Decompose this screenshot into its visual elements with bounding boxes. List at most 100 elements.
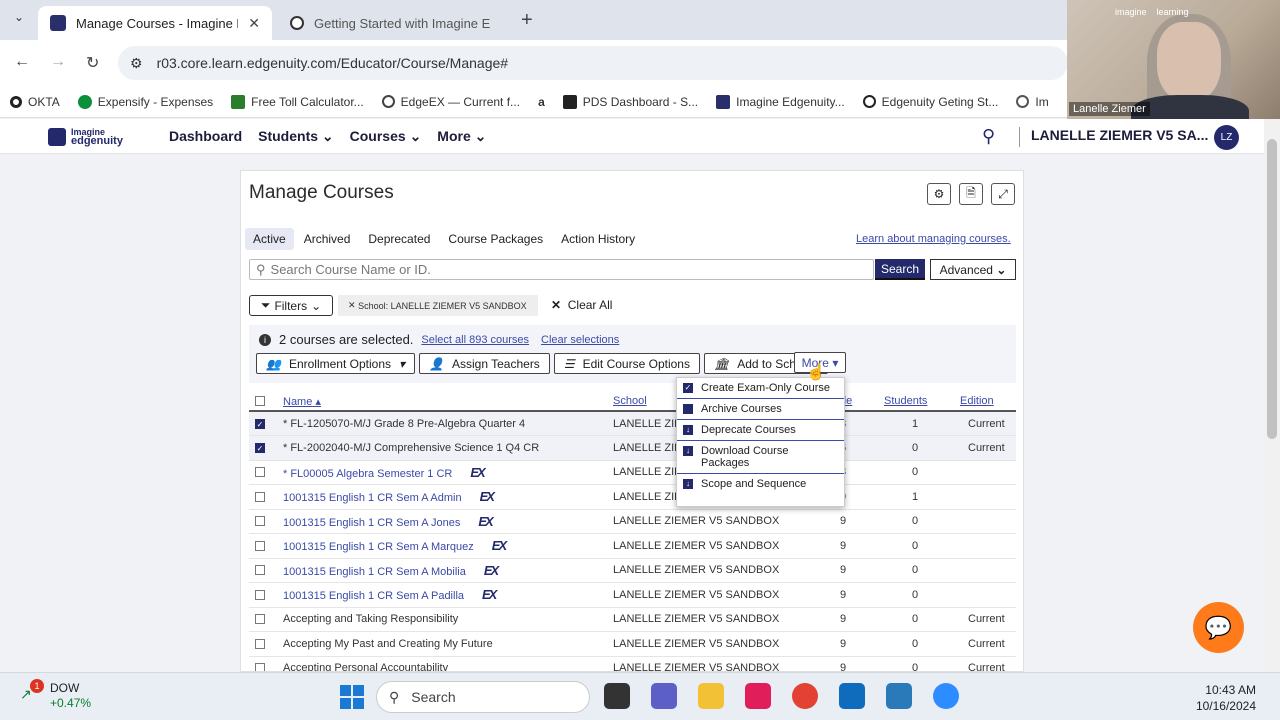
stock-widget[interactable]: ↗ 1 DOW +0.47% <box>20 679 91 711</box>
forward-arrow-icon[interactable]: → <box>50 53 66 71</box>
table-row[interactable]: 1001315 English 1 CR Sem A Padilla EX LANE… <box>249 582 1016 608</box>
bookmark-amazon[interactable]: a <box>538 95 545 109</box>
select-all-checkbox[interactable] <box>255 396 265 407</box>
chrome-icon[interactable] <box>792 683 818 709</box>
table-row[interactable]: 1001315 English 1 CR Sem A Jones EX LANELL… <box>249 509 1016 534</box>
close-tab-icon[interactable]: ✕ <box>248 15 260 32</box>
table-row[interactable]: Accepting Personal Accountability LANELLE… <box>249 656 1016 671</box>
row-checkbox[interactable] <box>255 614 265 625</box>
tab-deprecated[interactable]: Deprecated <box>360 228 438 250</box>
name-column-header[interactable]: Name ▴ <box>283 392 613 412</box>
site-settings-icon[interactable]: ⚙ <box>130 55 143 72</box>
bookmark-im[interactable]: Im <box>1016 95 1049 109</box>
outlook-icon[interactable] <box>839 683 865 709</box>
tab-active[interactable]: Active <box>245 228 294 250</box>
search-button[interactable]: Search <box>875 259 925 280</box>
clear-selections-link[interactable]: Clear selections <box>541 334 619 346</box>
teams-icon[interactable] <box>651 683 677 709</box>
course-search-input[interactable]: ⚲ Search Course Name or ID. <box>249 259 874 280</box>
bookmark-okta[interactable]: OKTA <box>10 95 60 109</box>
scrollbar-thumb[interactable] <box>1267 139 1277 439</box>
grade-column-header[interactable]: de <box>840 392 884 412</box>
reload-icon[interactable]: ↻ <box>86 53 99 73</box>
page-scrollbar[interactable] <box>1264 119 1280 672</box>
nav-courses[interactable]: Courses ⌄ <box>350 128 422 145</box>
table-row[interactable]: ✓ * FL-2002040-M/J Comprehensive Science … <box>249 435 1016 461</box>
expand-icon[interactable]: ⤢ <box>991 183 1015 205</box>
bookmark-pds-dashboard[interactable]: PDS Dashboard - S... <box>562 94 698 109</box>
select-all-link[interactable]: Select all 893 courses <box>421 334 529 346</box>
row-checkbox[interactable] <box>255 638 265 649</box>
user-name[interactable]: LANELLE ZIEMER V5 SA... <box>1031 127 1208 143</box>
edit-course-options-button[interactable]: ☰ Edit Course Options <box>553 353 700 374</box>
new-tab-plus-icon[interactable]: + <box>521 9 533 32</box>
row-checkbox[interactable] <box>255 491 265 502</box>
course-name[interactable]: 1001315 English 1 CR Sem A Padilla <box>283 590 464 602</box>
clear-all-button[interactable]: ✕ Clear All <box>551 298 612 312</box>
slack-icon[interactable] <box>745 683 771 709</box>
menu-item-scope-sequence[interactable]: ↓ Scope and Sequence <box>677 474 844 494</box>
tab-list-chevron-icon[interactable]: ⌄ <box>10 10 28 30</box>
bookmark-toll-calculator[interactable]: Free Toll Calculator... <box>231 94 364 109</box>
row-checkbox[interactable] <box>255 589 265 600</box>
menu-item-deprecate-courses[interactable]: ↓ Deprecate Courses <box>677 420 844 441</box>
windows-start-icon[interactable] <box>340 685 364 709</box>
row-checkbox[interactable] <box>255 565 265 576</box>
table-row[interactable]: 1001315 English 1 CR Sem A Marquez EX LANE… <box>249 533 1016 559</box>
url-field[interactable]: ⚙ r03.core.learn.edgenuity.com/Educator/… <box>118 46 1068 80</box>
bookmark-edgenuity-getting-started[interactable]: Edgenuity Geting St... <box>862 95 998 109</box>
course-name[interactable]: 1001315 English 1 CR Sem A Mobilia <box>283 566 466 578</box>
row-checkbox[interactable] <box>255 516 265 527</box>
menu-item-download-packages[interactable]: ↓ Download Course Packages <box>677 441 844 474</box>
tab-manage-courses[interactable]: Manage Courses - Imagine Edg ✕ <box>38 6 272 40</box>
zoom-icon[interactable] <box>933 683 959 709</box>
course-name[interactable]: 1001315 English 1 CR Sem A Marquez <box>283 541 474 553</box>
row-checkbox[interactable]: ✓ <box>255 418 265 429</box>
enrollment-options-button[interactable]: 👥 Enrollment Options ▾ <box>256 353 416 374</box>
row-checkbox[interactable] <box>255 540 265 551</box>
bookmark-edgeex[interactable]: EdgeEX — Current f... <box>381 95 520 109</box>
row-checkbox[interactable] <box>255 663 265 671</box>
edition-cell <box>960 533 1016 559</box>
nav-dashboard[interactable]: Dashboard <box>169 128 242 145</box>
table-row[interactable]: 1001315 English 1 CR Sem A Admin EX LANELL… <box>249 484 1016 510</box>
course-name[interactable]: 1001315 English 1 CR Sem A Admin <box>283 492 462 504</box>
table-row[interactable]: * FL00005 Algebra Semester 1 CR EX LANELLE… <box>249 460 1016 485</box>
filters-button[interactable]: ⏷ Filters ⌄ <box>249 295 333 316</box>
assign-teachers-button[interactable]: 👤 Assign Teachers <box>419 353 550 374</box>
nav-students[interactable]: Students ⌄ <box>258 128 334 145</box>
students-column-header[interactable]: Students <box>884 392 960 412</box>
bookmark-imagine-edgenuity[interactable]: Imagine Edgenuity... <box>716 94 845 109</box>
table-row[interactable]: Accepting and Taking Responsibility LANEL… <box>249 607 1016 632</box>
edition-column-header[interactable]: Edition <box>960 392 1016 412</box>
tab-getting-started[interactable]: Getting Started with Imagine E <box>278 6 503 40</box>
file-app-icon[interactable] <box>604 683 630 709</box>
advanced-button[interactable]: Advanced ⌄ <box>930 259 1016 280</box>
search-icon[interactable]: ⚲ <box>982 126 995 147</box>
tab-course-packages[interactable]: Course Packages <box>440 228 551 250</box>
table-row[interactable]: Accepting My Past and Creating My Future… <box>249 631 1016 657</box>
back-arrow-icon[interactable]: ← <box>14 53 30 71</box>
edgenuity-logo[interactable]: Imagine edgenuity <box>48 128 123 147</box>
course-name[interactable]: * FL00005 Algebra Semester 1 CR <box>283 468 452 480</box>
row-checkbox[interactable]: ✓ <box>255 442 265 453</box>
table-row[interactable]: ✓ * FL-1205070-M/J Grade 8 Pre-Algebra Qu… <box>249 411 1016 436</box>
taskbar-search[interactable]: ⚲ Search <box>376 681 590 713</box>
tab-archived[interactable]: Archived <box>296 228 359 250</box>
school-filter-chip[interactable]: ✕ School: LANELLE ZIEMER V5 SANDBOX <box>338 295 538 316</box>
chat-bubble-icon[interactable]: 💬 <box>1193 602 1244 653</box>
table-row[interactable]: 1001315 English 1 CR Sem A Mobilia EX LANE… <box>249 558 1016 583</box>
bookmark-expensify[interactable]: Expensify - Expenses <box>77 94 213 109</box>
course-name[interactable]: 1001315 English 1 CR Sem A Jones <box>283 517 460 529</box>
menu-item-archive-courses[interactable]: Archive Courses <box>677 399 844 420</box>
photo-app-icon[interactable] <box>886 683 912 709</box>
export-file-icon[interactable]: 🗎 <box>959 183 983 205</box>
system-clock[interactable]: 10:43 AM 10/16/2024 <box>1194 682 1256 714</box>
tab-action-history[interactable]: Action History <box>553 228 643 250</box>
settings-gear-icon[interactable]: ⚙ <box>927 183 951 205</box>
avatar[interactable]: LZ <box>1214 125 1239 150</box>
row-checkbox[interactable] <box>255 467 265 478</box>
nav-more[interactable]: More ⌄ <box>437 128 486 145</box>
learn-managing-link[interactable]: Learn about managing courses. <box>856 233 1011 245</box>
file-explorer-icon[interactable] <box>698 683 724 709</box>
